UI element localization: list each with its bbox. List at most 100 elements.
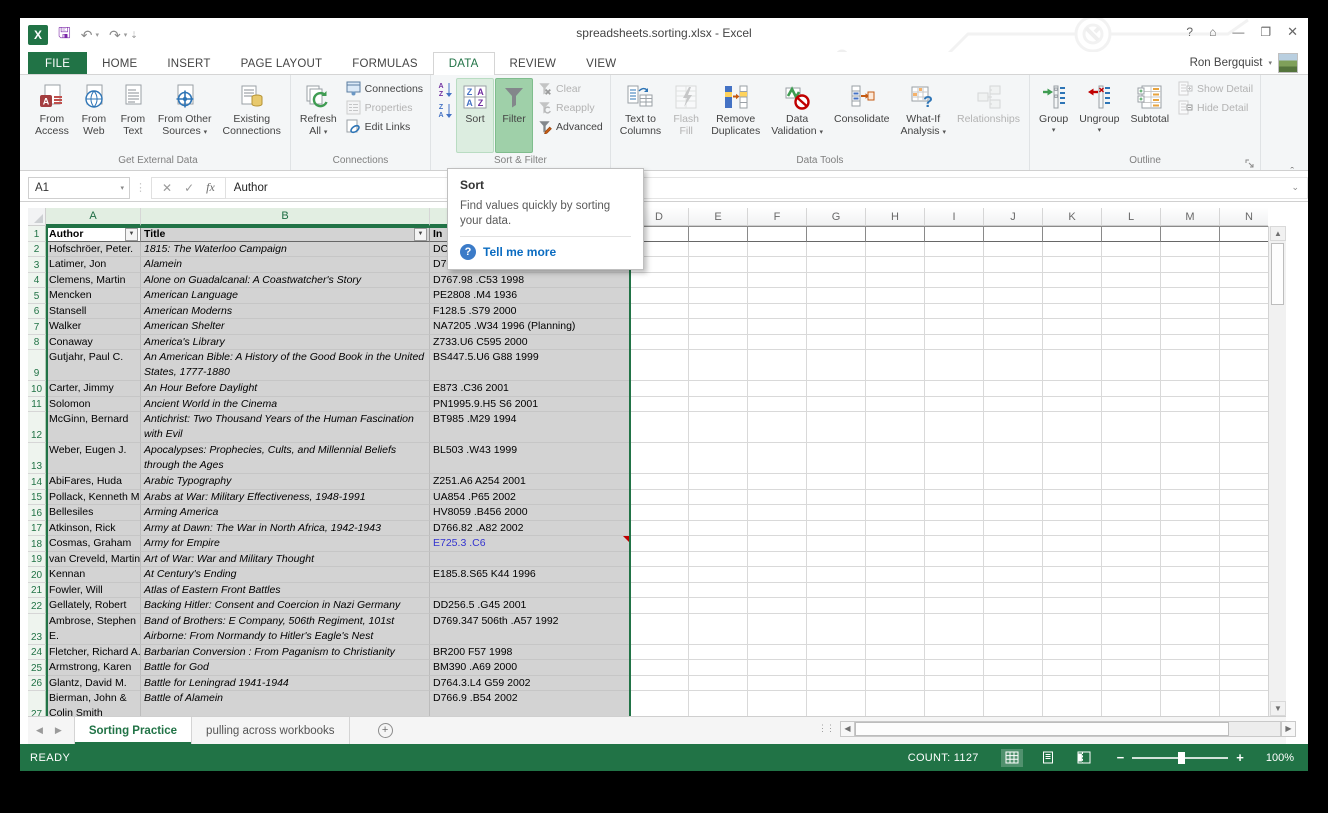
- what-if-analysis-button[interactable]: ?What-IfAnalysis ▾: [895, 78, 951, 153]
- cell-I3[interactable]: [925, 257, 984, 273]
- cell-M26[interactable]: [1161, 676, 1220, 692]
- cell-F17[interactable]: [748, 521, 807, 537]
- column-header-b[interactable]: B: [141, 208, 430, 226]
- cell-F9[interactable]: [748, 350, 807, 381]
- cell-G4[interactable]: [807, 273, 866, 289]
- cell-N23[interactable]: [1220, 614, 1268, 645]
- cell-C23[interactable]: D769.347 506th .A57 1992: [430, 614, 630, 645]
- row-header-18[interactable]: 18: [28, 536, 46, 552]
- cell-N11[interactable]: [1220, 397, 1268, 413]
- cell-L7[interactable]: [1102, 319, 1161, 335]
- cell-J14[interactable]: [984, 474, 1043, 490]
- cell-J22[interactable]: [984, 598, 1043, 614]
- filter-button[interactable]: Filter: [495, 78, 533, 153]
- tab-data[interactable]: DATA: [433, 52, 495, 75]
- cancel-formula-icon[interactable]: ✕: [162, 181, 172, 195]
- cell-I19[interactable]: [925, 552, 984, 568]
- scroll-left-icon[interactable]: ◀: [840, 721, 855, 737]
- vertical-scroll-thumb[interactable]: [1271, 243, 1284, 305]
- cell-K27[interactable]: [1043, 691, 1102, 716]
- cell-I27[interactable]: [925, 691, 984, 716]
- cell-D11[interactable]: [630, 397, 689, 413]
- cell-I10[interactable]: [925, 381, 984, 397]
- cell-D18[interactable]: [630, 536, 689, 552]
- cell-B11[interactable]: Ancient World in the Cinema: [141, 397, 430, 413]
- cell-G5[interactable]: [807, 288, 866, 304]
- cell-G17[interactable]: [807, 521, 866, 537]
- cell-A16[interactable]: Bellesiles: [46, 505, 141, 521]
- cell-I26[interactable]: [925, 676, 984, 692]
- sort-descending-button[interactable]: ZA: [435, 101, 455, 120]
- cell-N24[interactable]: [1220, 645, 1268, 661]
- cell-B13[interactable]: Apocalypses: Prophecies, Cults, and Mill…: [141, 443, 430, 474]
- cell-I8[interactable]: [925, 335, 984, 351]
- cell-L17[interactable]: [1102, 521, 1161, 537]
- cell-K9[interactable]: [1043, 350, 1102, 381]
- cell-G25[interactable]: [807, 660, 866, 676]
- cell-G14[interactable]: [807, 474, 866, 490]
- cell-K15[interactable]: [1043, 490, 1102, 506]
- cell-D6[interactable]: [630, 304, 689, 320]
- cell-B24[interactable]: Barbarian Conversion : From Paganism to …: [141, 645, 430, 661]
- cell-E14[interactable]: [689, 474, 748, 490]
- cell-F11[interactable]: [748, 397, 807, 413]
- cell-L14[interactable]: [1102, 474, 1161, 490]
- cell-M23[interactable]: [1161, 614, 1220, 645]
- cell-E25[interactable]: [689, 660, 748, 676]
- page-break-preview-icon[interactable]: [1073, 749, 1095, 767]
- cell-G18[interactable]: [807, 536, 866, 552]
- cell-H3[interactable]: [866, 257, 925, 273]
- cell-B27[interactable]: Battle of Alamein: [141, 691, 430, 716]
- cell-B3[interactable]: Alamein: [141, 257, 430, 273]
- cell-M2[interactable]: [1161, 242, 1220, 258]
- cell-I5[interactable]: [925, 288, 984, 304]
- cell-L1[interactable]: [1102, 226, 1161, 242]
- row-header-9[interactable]: 9: [28, 350, 46, 381]
- cell-B15[interactable]: Arabs at War: Military Effectiveness, 19…: [141, 490, 430, 506]
- cell-I18[interactable]: [925, 536, 984, 552]
- new-sheet-button[interactable]: +: [378, 717, 393, 744]
- consolidate-button[interactable]: Consolidate: [829, 78, 894, 153]
- cell-F1[interactable]: [748, 226, 807, 242]
- cell-M4[interactable]: [1161, 273, 1220, 289]
- cell-N7[interactable]: [1220, 319, 1268, 335]
- cell-L20[interactable]: [1102, 567, 1161, 583]
- cell-C16[interactable]: HV8059 .B456 2000: [430, 505, 630, 521]
- cell-E26[interactable]: [689, 676, 748, 692]
- cell-L5[interactable]: [1102, 288, 1161, 304]
- cell-L19[interactable]: [1102, 552, 1161, 568]
- cell-E4[interactable]: [689, 273, 748, 289]
- cell-D4[interactable]: [630, 273, 689, 289]
- cell-M25[interactable]: [1161, 660, 1220, 676]
- cell-H11[interactable]: [866, 397, 925, 413]
- cell-N26[interactable]: [1220, 676, 1268, 692]
- cell-C6[interactable]: F128.5 .S79 2000: [430, 304, 630, 320]
- cell-H19[interactable]: [866, 552, 925, 568]
- cell-M12[interactable]: [1161, 412, 1220, 443]
- cell-A15[interactable]: Pollack, Kenneth M.: [46, 490, 141, 506]
- cell-J8[interactable]: [984, 335, 1043, 351]
- cell-I22[interactable]: [925, 598, 984, 614]
- cell-J11[interactable]: [984, 397, 1043, 413]
- cell-J27[interactable]: [984, 691, 1043, 716]
- cell-K14[interactable]: [1043, 474, 1102, 490]
- cell-C19[interactable]: [430, 552, 630, 568]
- cell-D13[interactable]: [630, 443, 689, 474]
- cell-D23[interactable]: [630, 614, 689, 645]
- cell-A24[interactable]: Fletcher, Richard A.: [46, 645, 141, 661]
- cell-N12[interactable]: [1220, 412, 1268, 443]
- row-header-5[interactable]: 5: [28, 288, 46, 304]
- cell-L25[interactable]: [1102, 660, 1161, 676]
- cell-A4[interactable]: Clemens, Martin: [46, 273, 141, 289]
- row-header-17[interactable]: 17: [28, 521, 46, 537]
- cell-A27[interactable]: Bierman, John & Colin Smith: [46, 691, 141, 716]
- cell-E16[interactable]: [689, 505, 748, 521]
- row-header-23[interactable]: 23: [28, 614, 46, 645]
- cell-G1[interactable]: [807, 226, 866, 242]
- group-button[interactable]: Group▾: [1034, 78, 1073, 153]
- sheet-tab-pulling-across-workbooks[interactable]: pulling across workbooks: [192, 717, 349, 744]
- cell-B22[interactable]: Backing Hitler: Consent and Coercion in …: [141, 598, 430, 614]
- cell-E1[interactable]: [689, 226, 748, 242]
- cell-D22[interactable]: [630, 598, 689, 614]
- cell-F14[interactable]: [748, 474, 807, 490]
